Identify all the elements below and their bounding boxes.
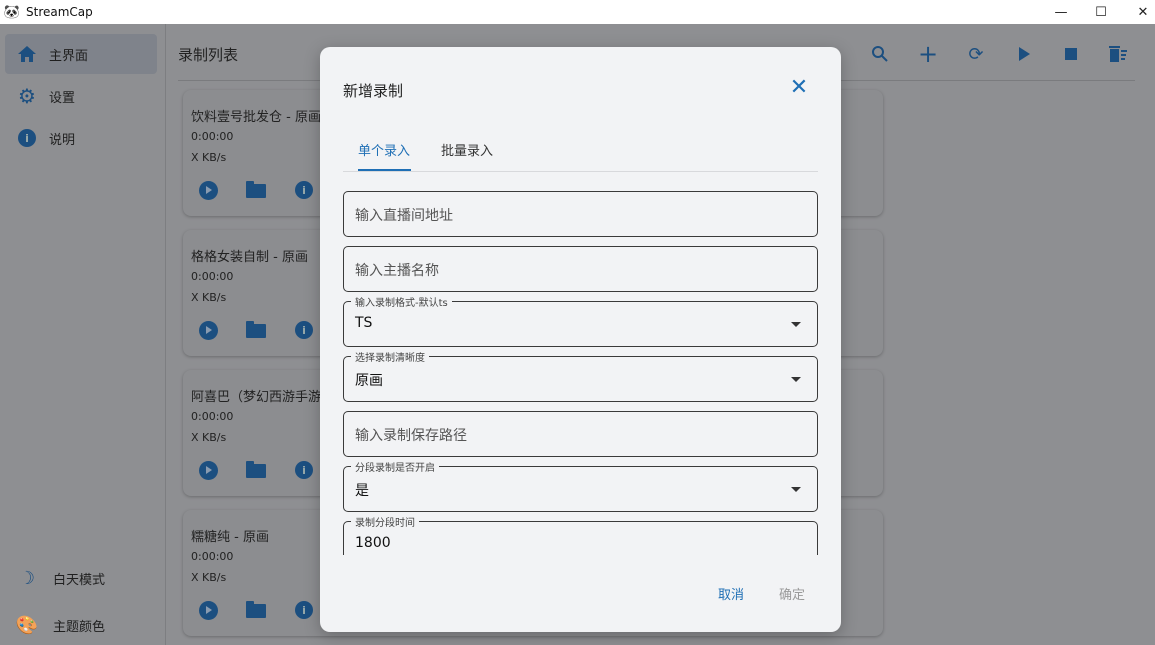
field-label: 分段录制是否开启 — [351, 459, 439, 474]
theme-color-label: 主题颜色 — [53, 619, 106, 635]
tab-divider — [343, 171, 818, 172]
play-icon — [198, 600, 218, 620]
folder-icon — [246, 181, 266, 198]
play-icon — [198, 180, 218, 200]
moon-icon: ☽ — [18, 567, 36, 589]
delete-all-button[interactable] — [1106, 42, 1130, 66]
placeholder: 输入录制保存路径 — [355, 428, 467, 444]
sidebar: 主界面 ⚙ 设置 i 说明 ☽ 白天模式 🎨 主题颜色 — [0, 24, 166, 645]
title-bar: 🐼 StreamCap — ☐ ✕ — [0, 0, 1155, 24]
open-folder-button[interactable] — [246, 180, 266, 200]
field-value: TS — [355, 315, 373, 331]
streamer-name-input[interactable]: 输入主播名称 — [343, 246, 818, 292]
field-value: 原画 — [355, 373, 383, 389]
play-button[interactable] — [198, 180, 218, 200]
home-icon — [17, 44, 37, 64]
open-folder-button[interactable] — [246, 460, 266, 480]
folder-icon — [246, 461, 266, 478]
info-button[interactable]: i — [294, 460, 314, 480]
palette-icon: 🎨 — [15, 614, 39, 636]
play-icon — [198, 460, 218, 480]
field-value: 1800 — [355, 535, 391, 551]
add-recording-dialog: 新增录制 ✕ 单个录入 批量录入 输入直播间地址 输入主播名称 输入录制格式-默… — [320, 47, 841, 632]
card-duration: 0:00:00 — [191, 410, 234, 423]
play-button[interactable] — [198, 460, 218, 480]
info-button[interactable]: i — [294, 180, 314, 200]
sidebar-item-about[interactable]: i 说明 — [5, 118, 157, 158]
card-duration: 0:00:00 — [191, 550, 234, 563]
card-speed: X KB/s — [191, 151, 227, 164]
card-speed: X KB/s — [191, 431, 227, 444]
folder-icon — [246, 321, 266, 338]
field-label: 输入录制格式-默认ts — [351, 294, 452, 309]
dropdown-arrow-icon — [791, 322, 801, 327]
play-button[interactable] — [198, 600, 218, 620]
sidebar-item-label: 说明 — [49, 132, 76, 148]
card-title: 糯糖纯 - 原画 — [191, 530, 269, 545]
page-title: 录制列表 — [178, 46, 239, 64]
tab-single[interactable]: 单个录入 — [358, 140, 410, 159]
info-icon: i — [295, 461, 313, 479]
card-duration: 0:00:00 — [191, 270, 234, 283]
segment-enabled-select[interactable]: 分段录制是否开启是 — [343, 459, 818, 512]
open-folder-button[interactable] — [246, 320, 266, 340]
field-value: 是 — [355, 483, 369, 499]
stop-all-button[interactable] — [1059, 42, 1083, 66]
confirm-button[interactable]: 确定 — [779, 584, 805, 603]
info-icon: i — [295, 321, 313, 339]
sidebar-item-label: 主界面 — [49, 48, 89, 64]
theme-color-button[interactable]: 🎨 主题颜色 — [5, 605, 157, 645]
segment-time-input[interactable]: 录制分段时间 1800 — [343, 515, 818, 555]
app-logo-icon: 🐼 — [3, 4, 21, 20]
folder-icon — [246, 601, 266, 618]
info-icon: i — [295, 601, 313, 619]
close-icon[interactable]: ✕ — [788, 77, 810, 99]
card-duration: 0:00:00 — [191, 130, 234, 143]
sidebar-item-settings[interactable]: ⚙ 设置 — [5, 76, 157, 116]
card-title: 格格女装自制 - 原画 — [191, 250, 308, 265]
dropdown-arrow-icon — [791, 377, 801, 382]
info-icon: i — [17, 128, 37, 148]
day-mode-toggle[interactable]: ☽ 白天模式 — [5, 558, 157, 598]
save-path-input[interactable]: 输入录制保存路径 — [343, 411, 818, 457]
cancel-button[interactable]: 取消 — [718, 584, 744, 603]
card-title: 阿喜巴（梦幻西游手游 — [191, 390, 322, 405]
gear-icon: ⚙ — [18, 84, 36, 108]
tab-batch[interactable]: 批量录入 — [441, 140, 493, 159]
sidebar-item-home[interactable]: 主界面 — [5, 34, 157, 74]
stream-url-input[interactable]: 输入直播间地址 — [343, 191, 818, 237]
card-speed: X KB/s — [191, 571, 227, 584]
format-select[interactable]: 输入录制格式-默认ts TS — [343, 294, 818, 347]
start-all-button[interactable] — [1012, 42, 1036, 66]
open-folder-button[interactable] — [246, 600, 266, 620]
sidebar-item-label: 设置 — [49, 90, 76, 106]
info-button[interactable]: i — [294, 320, 314, 340]
play-button[interactable] — [198, 320, 218, 340]
placeholder: 输入直播间地址 — [355, 208, 453, 224]
day-mode-label: 白天模式 — [53, 572, 106, 588]
info-button[interactable]: i — [294, 600, 314, 620]
search-button[interactable] — [868, 42, 892, 66]
quality-select[interactable]: 选择录制清晰度原画 — [343, 349, 818, 402]
dropdown-arrow-icon — [791, 487, 801, 492]
app-title: StreamCap — [26, 5, 93, 19]
close-window-button[interactable]: ✕ — [1120, 0, 1155, 24]
dialog-title: 新增录制 — [343, 82, 404, 100]
field-label: 录制分段时间 — [351, 515, 419, 529]
info-icon: i — [295, 181, 313, 199]
card-speed: X KB/s — [191, 291, 227, 304]
play-icon — [198, 320, 218, 340]
add-button[interactable]: + — [916, 40, 940, 68]
card-title: 饮料壹号批发仓 - 原画 — [191, 110, 321, 125]
placeholder: 输入主播名称 — [355, 263, 439, 279]
tab-indicator — [358, 169, 411, 171]
maximize-button[interactable]: ☐ — [1078, 0, 1124, 24]
refresh-button[interactable]: ⟳ — [964, 42, 988, 66]
field-label: 选择录制清晰度 — [351, 349, 429, 364]
